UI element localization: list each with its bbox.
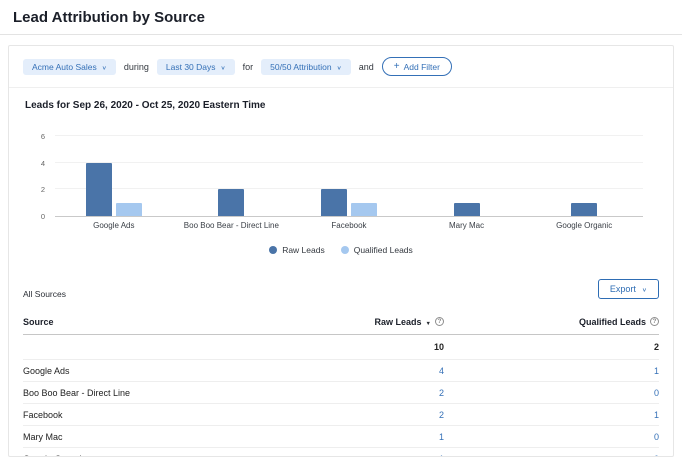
legend-label: Qualified Leads	[353, 245, 413, 255]
legend-dot	[340, 246, 349, 254]
qualified-leads-bar[interactable]	[115, 202, 142, 216]
table-row: Facebook 2 1	[23, 403, 659, 425]
source-cell: Facebook	[23, 409, 63, 420]
sort-desc-icon	[426, 317, 431, 327]
add-filter-label: Add Filter	[403, 61, 440, 72]
x-axis-label: Mary Mac	[449, 221, 485, 230]
legend-dot	[269, 246, 278, 254]
table-header-row: Source Raw Leads Qualified Leads	[23, 309, 659, 335]
raw-leads-bar[interactable]	[218, 189, 245, 216]
account-filter-label: Acme Auto Sales	[32, 61, 97, 72]
chart-xlabels: Google Ads Boo Boo Bear - Direct Line Face…	[55, 221, 643, 230]
y-axis-tick: 2	[40, 185, 45, 195]
chevron-down-icon	[337, 62, 342, 72]
during-label: during	[123, 61, 149, 72]
date-range-label: Last 30 Days	[165, 61, 216, 72]
bar-group	[290, 137, 408, 216]
table-row: Boo Boo Bear - Direct Line 2 0	[23, 381, 659, 403]
source-column-header[interactable]: Source	[23, 317, 294, 327]
source-cell: Boo Boo Bear - Direct Line	[23, 387, 131, 398]
raw-leads-link[interactable]: 1	[294, 454, 444, 457]
chevron-down-icon	[102, 62, 107, 72]
add-filter-button[interactable]: Add Filter	[381, 57, 452, 76]
y-axis-tick: 0	[40, 212, 45, 221]
chart-yaxis: 0 2 4 6	[29, 132, 51, 221]
legend-label: Raw Leads	[282, 245, 325, 255]
chevron-down-icon	[221, 62, 226, 72]
sources-table: Source Raw Leads Qualified Leads 10 2 Go…	[23, 309, 659, 457]
help-icon[interactable]	[435, 317, 444, 326]
raw-leads-bar[interactable]	[453, 202, 480, 216]
page-header: Lead Attribution by Source	[0, 0, 682, 35]
qualified-leads-link[interactable]: 0	[444, 388, 659, 398]
totals-row: 10 2	[23, 335, 659, 359]
plus-icon	[394, 61, 400, 72]
qualified-leads-column-header[interactable]: Qualified Leads	[444, 317, 659, 327]
raw-leads-column-header[interactable]: Raw Leads	[294, 317, 444, 327]
bar-chart: 0 2 4 6	[41, 132, 643, 221]
account-filter-dropdown[interactable]: Acme Auto Sales	[23, 58, 116, 75]
raw-leads-header-label: Raw Leads	[374, 316, 422, 327]
x-axis-label: Google Ads	[93, 221, 135, 230]
qualified-leads-header-label: Qualified Leads	[578, 316, 646, 327]
table-row: Mary Mac 1 0	[23, 425, 659, 447]
chart-plot	[55, 135, 643, 217]
qualified-leads-bar[interactable]	[350, 202, 377, 216]
for-label: for	[242, 61, 254, 72]
qualified-leads-link[interactable]: 0	[444, 454, 659, 457]
y-axis-tick: 4	[40, 158, 45, 168]
raw-leads-bar[interactable]	[571, 202, 598, 216]
legend-item[interactable]: Raw Leads	[269, 245, 325, 255]
qualified-leads-link[interactable]: 0	[444, 432, 659, 442]
bar-group	[525, 137, 643, 216]
qualified-leads-link[interactable]: 1	[444, 366, 659, 376]
table-row: Google Ads 4 1	[23, 359, 659, 381]
attribution-model-label: 50/50 Attribution	[270, 61, 332, 72]
totals-raw-leads: 10	[433, 342, 444, 352]
chart-legend: Raw Leads Qualified Leads	[25, 245, 657, 255]
table-toolbar: All Sources Export	[9, 255, 673, 305]
all-sources-label: All Sources	[23, 289, 66, 299]
raw-leads-link[interactable]: 1	[294, 432, 444, 442]
x-axis-label: Boo Boo Bear - Direct Line	[183, 221, 279, 230]
help-icon[interactable]	[650, 317, 659, 326]
raw-leads-bar[interactable]	[320, 189, 347, 216]
attribution-model-dropdown[interactable]: 50/50 Attribution	[261, 58, 351, 75]
source-cell: Google Organic	[23, 454, 294, 457]
bar-group	[408, 137, 526, 216]
raw-leads-link[interactable]: 4	[294, 366, 444, 376]
source-cell: Google Ads	[23, 365, 70, 376]
legend-item[interactable]: Qualified Leads	[340, 245, 413, 255]
page-title: Lead Attribution by Source	[13, 9, 205, 26]
content-panel: Acme Auto Sales during Last 30 Days for …	[8, 45, 674, 457]
qualified-leads-link[interactable]: 1	[444, 410, 659, 420]
raw-leads-link[interactable]: 2	[294, 410, 444, 420]
export-label: Export	[609, 284, 636, 294]
chevron-down-icon	[642, 284, 647, 294]
filter-bar: Acme Auto Sales during Last 30 Days for …	[9, 46, 673, 88]
source-cell: Mary Mac	[23, 431, 63, 442]
raw-leads-bar[interactable]	[85, 162, 112, 216]
bar-group	[55, 137, 173, 216]
export-button[interactable]: Export	[597, 279, 659, 299]
and-label: and	[358, 61, 374, 72]
gridline	[55, 135, 643, 136]
raw-leads-link[interactable]: 2	[294, 388, 444, 398]
table-row: Google Organic 1 0	[23, 447, 659, 457]
chart-heading: Leads for Sep 26, 2020 - Oct 25, 2020 Ea…	[25, 100, 266, 111]
totals-qualified-leads: 2	[653, 342, 659, 352]
y-axis-tick: 6	[40, 132, 45, 141]
x-axis-label: Facebook	[331, 221, 367, 230]
date-range-dropdown[interactable]: Last 30 Days	[156, 58, 235, 75]
x-axis-label: Google Organic	[556, 221, 613, 230]
bar-group	[173, 137, 291, 216]
chart-section: Leads for Sep 26, 2020 - Oct 25, 2020 Ea…	[9, 88, 673, 255]
